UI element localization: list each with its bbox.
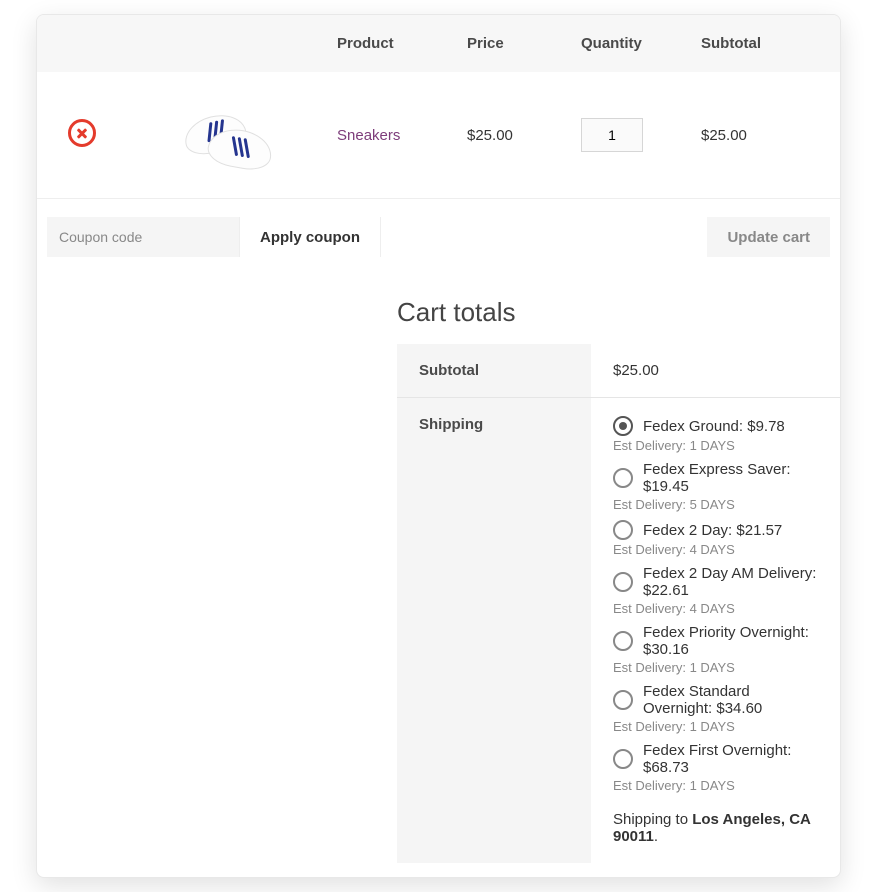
shipping-option[interactable]: Fedex Ground: $9.78 xyxy=(613,416,818,436)
totals-table: Subtotal $25.00 Shipping Fedex Ground: $… xyxy=(397,344,840,863)
cart-card: Product Price Quantity Subtotal xyxy=(36,14,841,878)
shipping-option-price: $21.57 xyxy=(736,522,782,539)
shipping-option-label[interactable]: Fedex First Overnight: $68.73 xyxy=(643,742,818,776)
shipping-radio[interactable] xyxy=(613,416,633,436)
table-row: Sneakers $25.00 $25.00 xyxy=(37,72,840,199)
product-link[interactable]: Sneakers xyxy=(337,127,400,144)
subtotal-value: $25.00 xyxy=(591,344,840,398)
shipping-radio[interactable] xyxy=(613,631,633,651)
shipping-est-delivery: Est Delivery: 1 DAYS xyxy=(613,778,818,793)
shipping-option-label[interactable]: Fedex Priority Overnight: $30.16 xyxy=(643,624,818,658)
shipping-est-delivery: Est Delivery: 4 DAYS xyxy=(613,542,818,557)
ship-to-prefix: Shipping to xyxy=(613,811,692,828)
shipping-radio[interactable] xyxy=(613,468,633,488)
shipping-option[interactable]: Fedex First Overnight: $68.73 xyxy=(613,742,818,776)
shipping-option[interactable]: Fedex Standard Overnight: $34.60 xyxy=(613,683,818,717)
shipping-option-label[interactable]: Fedex Express Saver: $19.45 xyxy=(643,461,818,495)
col-price-header: Price xyxy=(457,15,571,72)
col-remove-header xyxy=(37,15,127,72)
shipping-option-label[interactable]: Fedex 2 Day AM Delivery: $22.61 xyxy=(643,565,818,599)
shipping-option-price: $68.73 xyxy=(643,759,689,776)
quantity-input[interactable] xyxy=(581,118,643,152)
coupon-input[interactable] xyxy=(47,217,239,257)
update-cart-button[interactable]: Update cart xyxy=(707,217,830,257)
shipping-options: Fedex Ground: $9.78 Est Delivery: 1 DAYS F… xyxy=(613,416,818,793)
item-price: $25.00 xyxy=(457,72,571,199)
shipping-option-price: $9.78 xyxy=(747,418,785,435)
col-subtotal-header: Subtotal xyxy=(691,15,840,72)
remove-item-button[interactable] xyxy=(68,119,96,147)
cart-totals-title: Cart totals xyxy=(397,297,840,328)
shipping-est-delivery: Est Delivery: 1 DAYS xyxy=(613,438,818,453)
shipping-radio[interactable] xyxy=(613,572,633,592)
col-thumb-header xyxy=(127,15,327,72)
shipping-est-delivery: Est Delivery: 5 DAYS xyxy=(613,497,818,512)
shipping-radio[interactable] xyxy=(613,749,633,769)
shipping-option[interactable]: Fedex Priority Overnight: $30.16 xyxy=(613,624,818,658)
cart-totals: Cart totals Subtotal $25.00 Shipping Fed… xyxy=(37,275,840,877)
shipping-option[interactable]: Fedex 2 Day: $21.57 xyxy=(613,520,818,540)
shipping-option-price: $22.61 xyxy=(643,582,689,599)
apply-coupon-button[interactable]: Apply coupon xyxy=(239,217,381,257)
shipping-option-label[interactable]: Fedex 2 Day: $21.57 xyxy=(643,522,782,539)
shipping-radio[interactable] xyxy=(613,520,633,540)
shipping-option-label[interactable]: Fedex Ground: $9.78 xyxy=(643,418,785,435)
shipping-option-price: $19.45 xyxy=(643,478,689,495)
shipping-radio[interactable] xyxy=(613,690,633,710)
cart-table: Product Price Quantity Subtotal xyxy=(37,15,840,275)
shipping-option[interactable]: Fedex 2 Day AM Delivery: $22.61 xyxy=(613,565,818,599)
product-thumbnail[interactable] xyxy=(182,90,272,180)
shipping-option[interactable]: Fedex Express Saver: $19.45 xyxy=(613,461,818,495)
cart-actions: Apply coupon Update cart xyxy=(47,217,830,257)
subtotal-label: Subtotal xyxy=(397,344,591,398)
ship-to-suffix: . xyxy=(654,828,658,845)
shipping-est-delivery: Est Delivery: 1 DAYS xyxy=(613,719,818,734)
item-subtotal: $25.00 xyxy=(691,72,840,199)
shipping-option-price: $34.60 xyxy=(716,700,762,717)
shipping-est-delivery: Est Delivery: 4 DAYS xyxy=(613,601,818,616)
col-product-header: Product xyxy=(327,15,457,72)
shipping-destination: Shipping to Los Angeles, CA 90011. xyxy=(613,811,818,845)
shipping-est-delivery: Est Delivery: 1 DAYS xyxy=(613,660,818,675)
shipping-label: Shipping xyxy=(397,398,591,864)
col-quantity-header: Quantity xyxy=(571,15,691,72)
shipping-option-label[interactable]: Fedex Standard Overnight: $34.60 xyxy=(643,683,818,717)
shipping-option-price: $30.16 xyxy=(643,641,689,658)
